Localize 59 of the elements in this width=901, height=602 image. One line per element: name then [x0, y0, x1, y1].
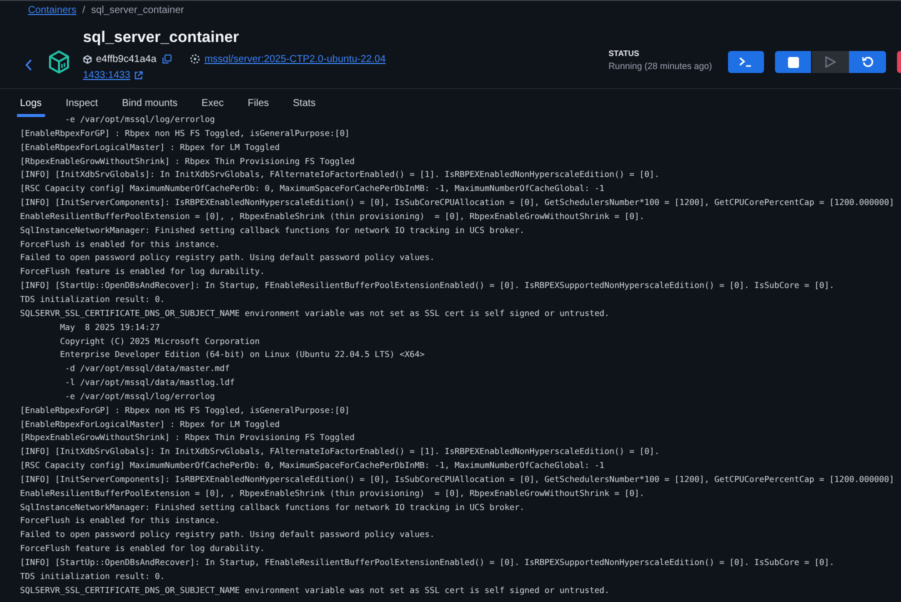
log-line: TDS initialization result: 0.	[20, 292, 166, 306]
log-line: [EnableRbpexForGP] : Rbpex non HS FS Toggled, isGeneralPurpose:[0]	[20, 126, 351, 140]
stop-button[interactable]	[775, 51, 812, 73]
log-line: -e /var/opt/mssql/log/errorlog	[64, 390, 216, 403]
breadcrumb-separator: /	[82, 4, 86, 16]
log-line: ForceFlush feature is enabled for log durability.	[20, 265, 266, 278]
delete-button[interactable]	[897, 51, 901, 73]
log-line: SqlInstanceNetworkManager: Finished setting callback functions for network IO tracking in UCS broker.	[20, 500, 526, 514]
log-line: SQLSERVR_SSL_CERTIFICATE_DNS_OR_SUBJECT_NAME environment variable was not set as SSL cert is self signed or untrusted.	[20, 306, 610, 320]
restart-button[interactable]	[849, 51, 886, 73]
log-line: May 8 2025 19:14:27	[58, 320, 161, 334]
cube-icon	[83, 54, 92, 64]
container-id: e4ffb9c41a4a	[96, 54, 156, 64]
stop-icon	[788, 56, 798, 68]
log-line: [INFO] [StartUp::OpenDBsAndRecover]: In Startup, FEnableResilientBufferPoolExtensionEnabled() = [0]. IsRBPEXSupportedNonHyperscaleEdition() = [0]. IsSubCore = [0].	[20, 279, 836, 292]
terminal-icon	[739, 57, 753, 67]
log-line: Failed to open password policy registry path. Using default password policy values.	[20, 528, 436, 542]
log-line: TDS initialization result: 0.	[20, 570, 166, 583]
log-line: [EnableRbpexForLogicalMaster] : Rbpex for LM Toggled	[20, 418, 281, 431]
terminal-button[interactable]	[728, 51, 764, 73]
log-line: [INFO] [InitXdbSrvGlobals]: In InitXdbSrvGlobals, FAlternateIoFactorEnabled() = [1]. IsRBPEXEnabledNonHyperscaleEdition() = [0].	[20, 168, 660, 182]
copy-icon[interactable]	[162, 54, 172, 64]
log-line: [RbpexEnableGrowWithoutShrink] : Rbpex Thin Provisioning FS Toggled	[20, 154, 356, 168]
back-icon[interactable]	[25, 59, 33, 71]
log-line: [RSC Capacity config] MaximumNumberOfCachePerDb: 0, MaximumSpaceForCachePerDbInMB: -1, MaximumNumberOfCacheGlobal: -1	[20, 182, 606, 196]
cube-icon	[48, 50, 70, 74]
breadcrumb-link[interactable]: Containers	[28, 4, 76, 16]
log-line: ForceFlush feature is enabled for log durability.	[20, 542, 266, 556]
log-line: [EnableRbpexForLogicalMaster] : Rbpex for LM Toggled	[20, 140, 281, 154]
log-line: SQLSERVR_SSL_CERTIFICATE_DNS_OR_SUBJECT_NAME environment variable was not set as SSL cert is self signed or untrusted.	[20, 584, 610, 597]
log-line: EnableResilientBufferPoolExtension = [0], , RbpexEnableShrink (thin provisioning) = [0], RbpexEnableGrowWithoutShrink = [0].	[20, 486, 646, 500]
log-line: ForceFlush is enabled for this instance.	[20, 514, 221, 528]
play-icon	[825, 56, 836, 68]
status-label: STATUS	[608, 49, 640, 58]
log-line: [INFO] [InitServerComponents]: IsRBPEXEnabledNonHyperscaleEdition() = [0], IsSubCoreCPUAllocation = [0], GetSchedulersNumber*100 = [1200], GetCPUCorePercentCap = [1200.000000]	[20, 472, 896, 486]
log-line: -l /var/opt/mssql/data/mastlog.ldf	[64, 376, 236, 390]
log-line: [RbpexEnableGrowWithoutShrink] : Rbpex Thin Provisioning FS Toggled	[20, 431, 356, 444]
log-line: Failed to open password policy registry path. Using default password policy values.	[20, 251, 436, 264]
log-line: [INFO] [InitServerComponents]: IsRBPEXEnabledNonHyperscaleEdition() = [0], IsSubCoreCPUAllocation = [0], GetSchedulersNumber*100 = [1200], GetCPUCorePercentCap = [1200.000000]	[20, 196, 896, 210]
log-line: [RSC Capacity config] MaximumNumberOfCachePerDb: 0, MaximumSpaceForCachePerDbInMB: -1, MaximumNumberOfCacheGlobal: -1	[20, 459, 606, 472]
port-link[interactable]: 1433:1433	[83, 70, 130, 80]
log-line: [INFO] [StartUp::OpenDBsAndRecover]: In Startup, FEnableResilientBufferPoolExtensionEnabled() = [0]. IsRBPEXSupportedNonHyperscaleEdition() = [0]. IsSubCore = [0].	[20, 556, 836, 569]
log-line: -d /var/opt/mssql/data/master.mdf	[64, 362, 231, 376]
tab[interactable]: Files	[244, 97, 272, 117]
log-line: Copyright (C) 2025 Microsoft Corporation	[58, 334, 261, 348]
status-text: Running (28 minutes ago)	[608, 61, 712, 71]
restart-icon	[862, 56, 874, 68]
external-link-icon[interactable]	[134, 70, 144, 80]
tab[interactable]: Stats	[290, 97, 319, 117]
log-line: [INFO] [InitXdbSrvGlobals]: In InitXdbSrvGlobals, FAlternateIoFactorEnabled() = [1]. IsRBPEXEnabledNonHyperscaleEdition() = [0].	[20, 445, 660, 458]
breadcrumb-current: sql_server_container	[91, 4, 184, 16]
log-line: [EnableRbpexForGP] : Rbpex non HS FS Toggled, isGeneralPurpose:[0]	[20, 404, 351, 417]
image-link[interactable]: mssql/server:2025-CTP2.0-ubuntu-22.04	[204, 54, 386, 64]
log-line: SqlInstanceNetworkManager: Finished setting callback functions for network IO tracking in UCS broker.	[20, 224, 526, 237]
container-title: sql_server_container	[83, 29, 240, 48]
log-line: ForceFlush is enabled for this instance.	[20, 238, 221, 251]
tab[interactable]: Logs	[17, 97, 45, 117]
log-line: EnableResilientBufferPoolExtension = [0], , RbpexEnableShrink (thin provisioning) = [0], RbpexEnableGrowWithoutShrink = [0].	[20, 210, 646, 223]
log-line: Enterprise Developer Edition (64-bit) on Linux (Ubuntu 22.04.5 LTS) <X64>	[58, 348, 426, 362]
